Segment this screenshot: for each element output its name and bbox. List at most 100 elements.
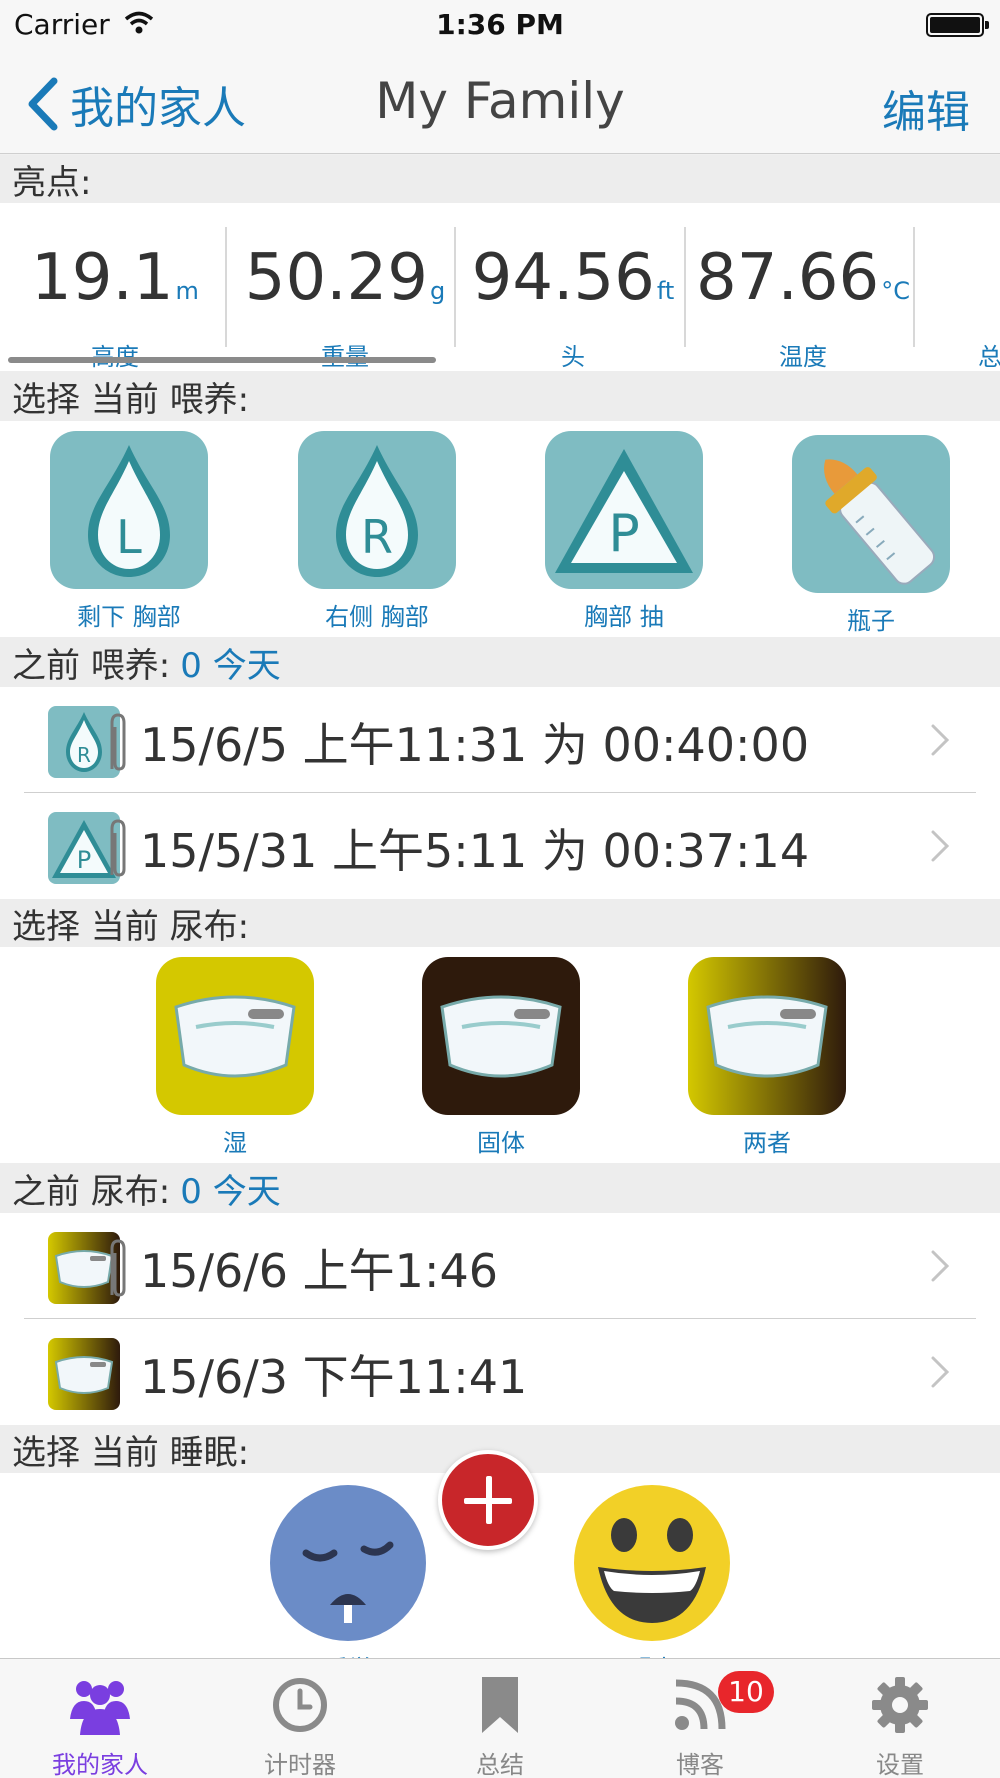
stat-label: 总 bbox=[978, 343, 1000, 371]
paperclip-icon bbox=[110, 713, 126, 771]
wet-diaper-button[interactable] bbox=[156, 957, 314, 1115]
stat-value: 87.66 bbox=[696, 241, 880, 315]
diaper-history-row[interactable]: 15/6/6 上午1:46 bbox=[0, 1213, 1000, 1319]
previous-feeding-header-label: 之前 喂养: bbox=[12, 645, 171, 686]
sleep-button[interactable] bbox=[268, 1483, 428, 1643]
paperclip-icon bbox=[110, 819, 126, 877]
stat-divider bbox=[225, 227, 227, 347]
stat-value: 50.29 bbox=[244, 241, 428, 315]
previous-diaper-count: 0 今天 bbox=[180, 1171, 281, 1212]
tab-label: 计时器 bbox=[264, 1751, 336, 1778]
left-breast-button[interactable]: L bbox=[50, 431, 208, 589]
diaper-entry-text: 15/6/6 上午1:46 bbox=[140, 1244, 498, 1298]
tab-label: 设置 bbox=[876, 1751, 924, 1778]
tab-label: 我的家人 bbox=[52, 1751, 148, 1778]
stat-height: 19.1m 高度 bbox=[0, 203, 230, 371]
tab-bar: 我的家人 计时器 总结 10 博客 设置 bbox=[0, 1658, 1000, 1778]
breast-pump-triangle-icon: P bbox=[555, 449, 693, 573]
breast-pump-button[interactable]: P bbox=[545, 431, 703, 589]
previous-diaper-header: 之前 尿布: 0 今天 bbox=[0, 1163, 1000, 1213]
stat-unit: ft bbox=[656, 277, 675, 305]
family-icon bbox=[70, 1681, 130, 1735]
tab-label: 博客 bbox=[676, 1751, 724, 1778]
previous-feeding-count: 0 今天 bbox=[180, 645, 281, 686]
sleep-option-label: 睡觉 bbox=[248, 1649, 448, 1658]
stat-head: 94.56 ft 头 bbox=[458, 203, 688, 371]
tab-timer[interactable]: 计时器 bbox=[200, 1659, 400, 1778]
drop-letter: L bbox=[116, 510, 142, 564]
diaper-option-label: 两者 bbox=[743, 1129, 791, 1157]
tab-settings[interactable]: 设置 bbox=[800, 1659, 1000, 1778]
add-button[interactable] bbox=[438, 1450, 538, 1550]
feeding-entry-text: 15/5/31 上午5:11 为 00:37:14 bbox=[140, 824, 810, 878]
feeding-header: 选择 当前 喂养: bbox=[0, 371, 1000, 421]
drop-letter: R bbox=[361, 510, 393, 564]
bottle-button[interactable] bbox=[792, 435, 950, 593]
edit-button[interactable]: 编辑 bbox=[882, 76, 970, 140]
solid-diaper-button[interactable] bbox=[422, 957, 580, 1115]
chevron-right-icon bbox=[931, 1356, 950, 1388]
awake-face-icon bbox=[574, 1485, 730, 1641]
feeding-option-label: 剩下 胸部 bbox=[77, 603, 181, 631]
stat-label: 高度 bbox=[0, 337, 230, 371]
paperclip-icon bbox=[110, 1239, 126, 1297]
stat-total: 8 总 bbox=[880, 203, 1000, 371]
diaper-entry-text: 15/6/3 下午11:41 bbox=[140, 1350, 528, 1404]
navigation-bar: 我的家人 My Family 编辑 bbox=[0, 50, 1000, 154]
feeding-option-label: 瓶子 bbox=[847, 607, 895, 635]
right-breast-drop-icon: R bbox=[336, 445, 418, 577]
chevron-right-icon bbox=[931, 830, 950, 862]
diaper-option-label: 湿 bbox=[223, 1129, 247, 1157]
feeding-history-row[interactable]: R 15/6/5 上午11:31 为 00:40:00 bbox=[0, 687, 1000, 793]
highlights-carousel[interactable]: 19.1m 高度 50.29g 重量 94.56ft 头 87.66°C 温度 … bbox=[0, 203, 1000, 371]
feeding-entry-text: 15/6/5 上午11:31 为 00:40:00 bbox=[140, 718, 810, 772]
notification-badge: 10 bbox=[718, 1671, 774, 1713]
right-breast-button[interactable]: R bbox=[298, 431, 456, 589]
tab-my-family[interactable]: 我的家人 bbox=[0, 1659, 200, 1778]
stat-label: 重量 bbox=[230, 337, 460, 371]
highlights-header-label: 亮点: bbox=[12, 162, 92, 203]
feeding-header-label: 选择 当前 喂养: bbox=[12, 379, 250, 420]
stat-weight: 50.29g 重量 bbox=[230, 203, 460, 371]
sleep-header-label: 选择 当前 睡眠: bbox=[12, 1432, 250, 1473]
previous-diaper-header-label: 之前 尿布: bbox=[12, 1171, 171, 1212]
diaper-history-row[interactable]: 15/6/3 下午11:41 bbox=[0, 1319, 1000, 1425]
diaper-options: 湿 固体 两者 bbox=[0, 947, 1000, 1163]
tab-blog[interactable]: 10 博客 bbox=[600, 1659, 800, 1778]
diaper-option-label: 固体 bbox=[477, 1129, 525, 1157]
feeding-options: L 剩下 胸部 R 右侧 胸部 P 胸部 抽 瓶子 bbox=[0, 421, 1000, 637]
feeding-history-row[interactable]: P 15/5/31 上午5:11 为 00:37:14 bbox=[0, 793, 1000, 899]
page-title: My Family bbox=[375, 72, 625, 130]
clock-icon bbox=[273, 1678, 327, 1732]
left-breast-drop-icon: L bbox=[88, 445, 170, 577]
chevron-right-icon bbox=[931, 1250, 950, 1282]
sleeping-face-icon bbox=[270, 1485, 426, 1641]
drop-letter: P bbox=[608, 504, 639, 564]
stat-value: 19.1 bbox=[31, 241, 174, 315]
stat-label: 头 bbox=[561, 343, 585, 371]
horizontal-scrollbar[interactable] bbox=[8, 357, 436, 363]
bookmark-icon bbox=[482, 1677, 518, 1733]
sleep-option-label: 醒来 bbox=[552, 1649, 752, 1658]
svg-text:P: P bbox=[77, 846, 91, 874]
baby-bottle-icon bbox=[824, 459, 936, 585]
feeding-option-label: 胸部 抽 bbox=[584, 603, 664, 631]
awake-button[interactable] bbox=[572, 1483, 732, 1643]
stat-unit: g bbox=[429, 277, 446, 305]
diaper-header: 选择 当前 尿布: bbox=[0, 899, 1000, 947]
solid-diaper-icon bbox=[440, 995, 562, 1078]
status-bar: Carrier 1:36 PM bbox=[0, 0, 1000, 50]
feeding-option-label: 右侧 胸部 bbox=[325, 603, 429, 631]
highlights-header: 亮点: bbox=[0, 155, 1000, 203]
stat-divider bbox=[684, 227, 686, 347]
stat-divider bbox=[454, 227, 456, 347]
both-diaper-icon bbox=[48, 1338, 120, 1410]
stat-unit: m bbox=[175, 277, 199, 305]
tab-label: 总结 bbox=[476, 1751, 524, 1778]
tab-summary[interactable]: 总结 bbox=[400, 1659, 600, 1778]
chevron-right-icon bbox=[931, 724, 950, 756]
battery-icon bbox=[926, 13, 989, 37]
stat-value: 94.56 bbox=[471, 241, 655, 315]
both-diaper-button[interactable] bbox=[688, 957, 846, 1115]
clock-time: 1:36 PM bbox=[436, 8, 564, 41]
